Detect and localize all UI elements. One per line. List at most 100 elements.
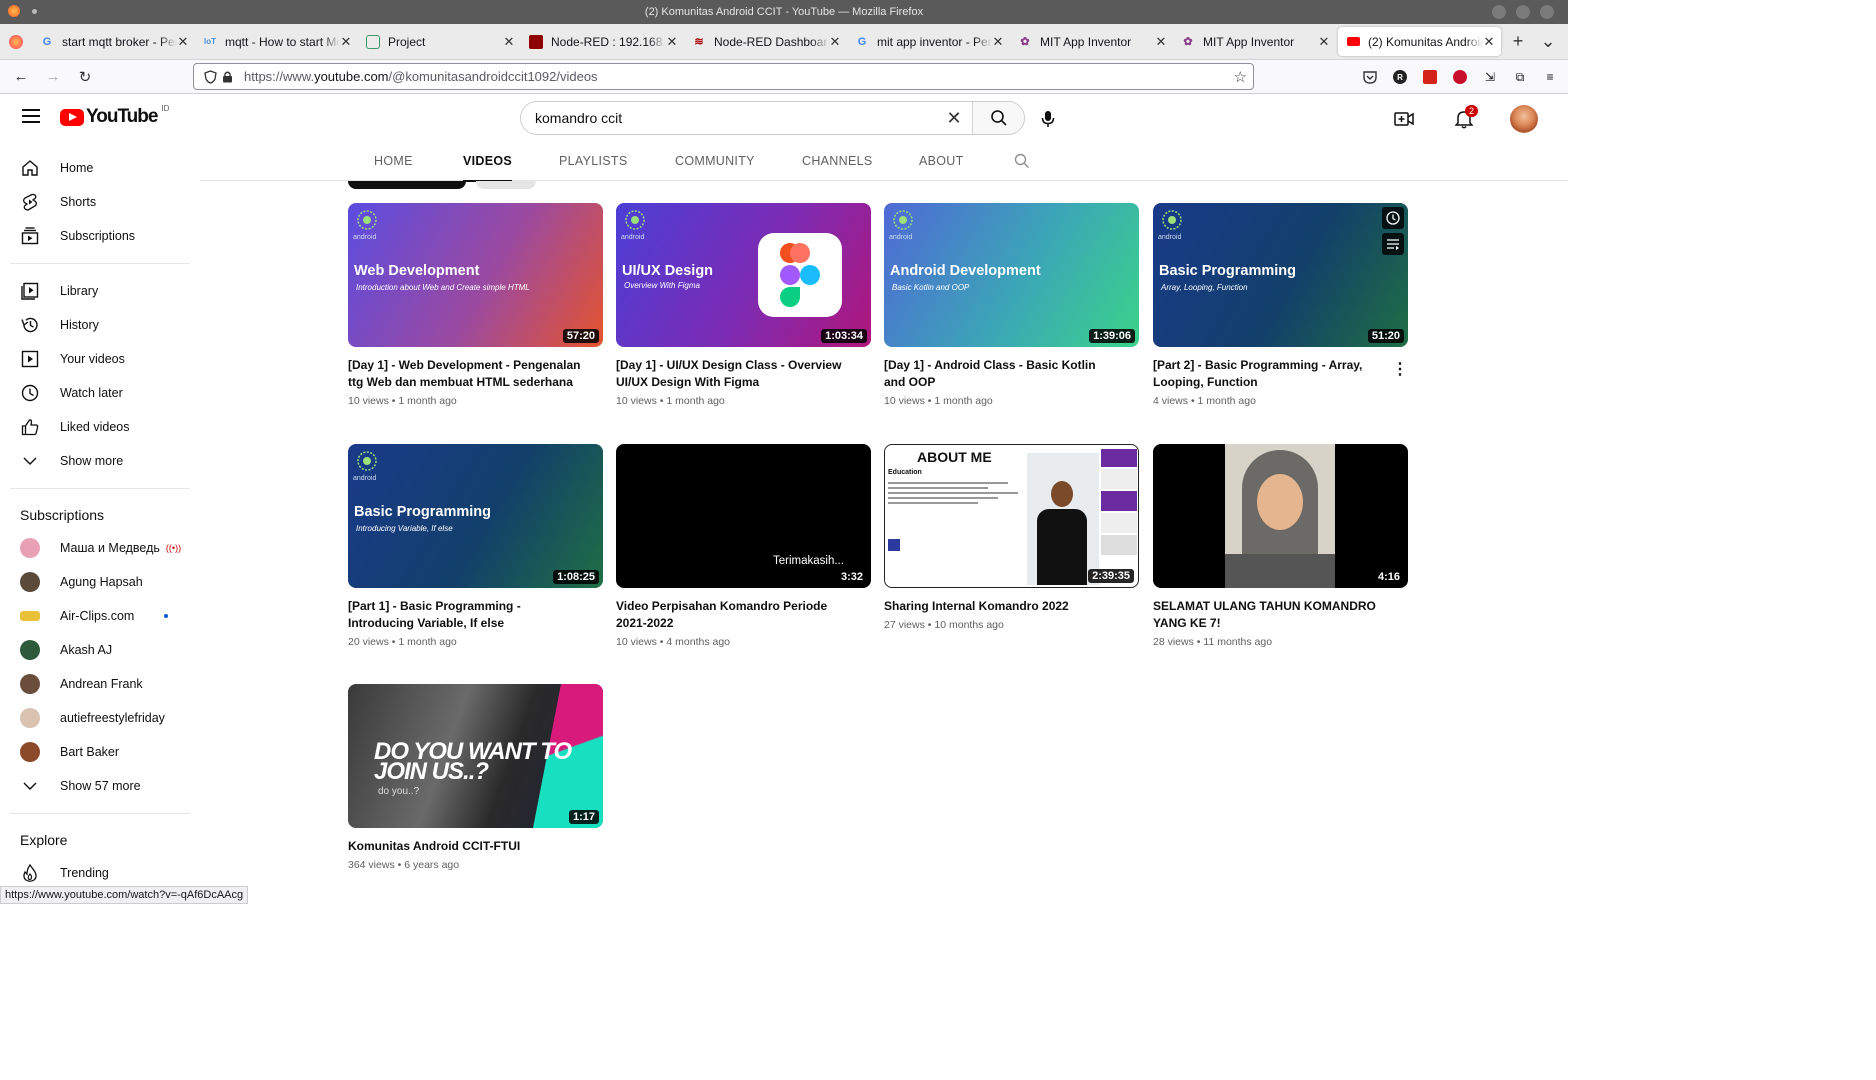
video-card[interactable]: android Android Development Basic Kotlin…	[884, 203, 1139, 407]
watch-later-button[interactable]	[1382, 207, 1404, 229]
video-thumbnail[interactable]: android UI/UX Design Overview With Figma…	[616, 203, 871, 347]
filter-chip-latest[interactable]	[348, 181, 466, 189]
tab-home[interactable]: HOME	[374, 141, 413, 181]
browser-tab-active[interactable]: (2) Komunitas Android ✕	[1338, 27, 1501, 56]
tab-community[interactable]: COMMUNITY	[675, 141, 755, 181]
tab-about[interactable]: ABOUT	[919, 141, 964, 181]
close-window-button[interactable]	[1540, 5, 1554, 19]
video-card[interactable]: Terimakasih... 3:32 Video Perpisahan Kom…	[616, 444, 871, 648]
video-card[interactable]: android Basic Programming Introducing Va…	[348, 444, 603, 648]
subscription-item[interactable]: Akash AJ	[0, 633, 200, 667]
video-card[interactable]: ABOUT ME Education 2:39:35 Sharing Inter…	[884, 444, 1139, 631]
subscription-item[interactable]: Air-Clips.com	[0, 599, 200, 633]
voice-search-button[interactable]	[1036, 107, 1060, 131]
menu-icon[interactable]: ≡	[1540, 67, 1560, 87]
close-tab-icon[interactable]: ✕	[829, 34, 841, 50]
browser-tab[interactable]: Project ✕	[358, 24, 521, 59]
subscription-item[interactable]: autiefreestylefriday	[0, 701, 200, 735]
sidebar-item-trending[interactable]: Trending	[0, 856, 200, 890]
video-thumbnail[interactable]: DO YOU WANT TO JOIN US..? do you..? 1:17	[348, 684, 603, 828]
close-tab-icon[interactable]: ✕	[992, 34, 1004, 50]
video-thumbnail[interactable]: ABOUT ME Education 2:39:35	[884, 444, 1139, 588]
video-thumbnail[interactable]: 4:16	[1153, 444, 1408, 588]
hamburger-menu-icon[interactable]	[22, 109, 40, 127]
video-title[interactable]: [Part 2] - Basic Programming - Array, Lo…	[1153, 357, 1408, 391]
sidebar-item-history[interactable]: History	[0, 308, 200, 342]
extensions-puzzle-icon[interactable]: ⧉	[1510, 67, 1530, 87]
close-tab-icon[interactable]: ✕	[1483, 34, 1495, 50]
browser-tab[interactable]: Node-RED : 192.168.1 ✕	[521, 24, 684, 59]
subscriptions-show-more[interactable]: Show 57 more	[0, 769, 200, 803]
lock-icon[interactable]	[222, 70, 244, 83]
filter-chip-popular[interactable]	[476, 181, 536, 189]
close-tab-icon[interactable]: ✕	[1155, 34, 1167, 50]
bookmark-star-icon[interactable]: ☆	[1234, 68, 1247, 86]
tab-channels[interactable]: CHANNELS	[802, 141, 872, 181]
url-bar[interactable]: https://www.youtube.com/@komunitasandroi…	[193, 63, 1254, 90]
video-title[interactable]: SELAMAT ULANG TAHUN KOMANDRO YANG KE 7!	[1153, 598, 1408, 632]
video-title[interactable]: Video Perpisahan Komandro Periode 2021-2…	[616, 598, 871, 632]
pocket-icon[interactable]	[1360, 67, 1380, 87]
video-thumbnail[interactable]: android Android Development Basic Kotlin…	[884, 203, 1139, 347]
minimize-button[interactable]	[1492, 5, 1506, 19]
video-title[interactable]: [Day 1] - UI/UX Design Class - Overview …	[616, 357, 871, 391]
new-tab-button[interactable]: +	[1503, 24, 1533, 59]
sidebar-item-liked-videos[interactable]: Liked videos	[0, 410, 200, 444]
more-actions-button[interactable]: ⋮	[1392, 359, 1408, 379]
video-card[interactable]: 4:16 SELAMAT ULANG TAHUN KOMANDRO YANG K…	[1153, 444, 1408, 648]
video-thumbnail[interactable]: android Basic Programming Array, Looping…	[1153, 203, 1408, 347]
maximize-button[interactable]	[1516, 5, 1530, 19]
video-card[interactable]: android Basic Programming Array, Looping…	[1153, 203, 1408, 407]
video-thumbnail[interactable]: android Basic Programming Introducing Va…	[348, 444, 603, 588]
video-title[interactable]: [Part 1] - Basic Programming - Introduci…	[348, 598, 603, 632]
browser-tab[interactable]: ✿ MIT App Inventor ✕	[1010, 24, 1173, 59]
subscription-item[interactable]: Agung Hapsah	[0, 565, 200, 599]
extension-arrows-icon[interactable]: ⇲	[1480, 67, 1500, 87]
close-tab-icon[interactable]: ✕	[666, 34, 678, 50]
shield-icon[interactable]	[204, 69, 222, 84]
sidebar-item-subscriptions[interactable]: Subscriptions	[0, 219, 200, 253]
browser-tab[interactable]: ≋ Node-RED Dashboard ✕	[684, 24, 847, 59]
sidebar-item-library[interactable]: Library	[0, 274, 200, 308]
subscription-item[interactable]: Маша и Медведь ((•))	[0, 531, 200, 565]
subscription-item[interactable]: Andrean Frank	[0, 667, 200, 701]
subscription-item[interactable]: Bart Baker	[0, 735, 200, 769]
add-to-queue-button[interactable]	[1382, 233, 1404, 255]
video-card[interactable]: android UI/UX Design Overview With Figma…	[616, 203, 871, 407]
tab-videos[interactable]: VIDEOS	[463, 141, 513, 182]
video-thumbnail[interactable]: android Web Development Introduction abo…	[348, 203, 603, 347]
search-button[interactable]	[972, 102, 1024, 134]
sidebar-show-more[interactable]: Show more	[0, 444, 200, 478]
back-button[interactable]: ←	[6, 63, 36, 91]
tab-playlists[interactable]: PLAYLISTS	[559, 141, 627, 181]
search-input[interactable]	[521, 102, 936, 134]
list-tabs-button[interactable]: ⌄	[1533, 24, 1563, 59]
url-text[interactable]: https://www.youtube.com/@komunitasandroi…	[244, 69, 598, 84]
firefox-view-icon[interactable]	[0, 24, 32, 59]
video-thumbnail[interactable]: Terimakasih... 3:32	[616, 444, 871, 588]
video-card[interactable]: android Web Development Introduction abo…	[348, 203, 603, 407]
account-button[interactable]	[1504, 103, 1544, 135]
sidebar-item-home[interactable]: Home	[0, 151, 200, 185]
browser-tab[interactable]: IoT mqtt - How to start Mo ✕	[195, 24, 358, 59]
video-card[interactable]: DO YOU WANT TO JOIN US..? do you..? 1:17…	[348, 684, 603, 871]
browser-tab[interactable]: Gstart mqtt broker - Pen ✕	[32, 24, 195, 59]
close-tab-icon[interactable]: ✕	[1318, 34, 1330, 50]
video-title[interactable]: [Day 1] - Web Development - Pengenalan t…	[348, 357, 603, 391]
sidebar-item-watch-later[interactable]: Watch later	[0, 376, 200, 410]
sidebar-item-shorts[interactable]: Shorts	[0, 185, 200, 219]
youtube-logo[interactable]: YouTube ID	[60, 104, 169, 128]
create-video-button[interactable]	[1384, 103, 1424, 135]
close-tab-icon[interactable]: ✕	[503, 34, 515, 50]
pdf-extension-icon[interactable]	[1420, 67, 1440, 87]
extension-red-icon[interactable]	[1450, 67, 1470, 87]
sidebar-item-your-videos[interactable]: Your videos	[0, 342, 200, 376]
forward-button[interactable]: →	[38, 63, 68, 91]
clear-search-icon[interactable]: ✕	[936, 102, 972, 134]
close-tab-icon[interactable]: ✕	[340, 34, 352, 50]
reload-button[interactable]: ↻	[70, 63, 100, 91]
browser-tab[interactable]: Gmit app inventor - Pen ✕	[847, 24, 1010, 59]
channel-search-button[interactable]	[1014, 141, 1030, 181]
close-tab-icon[interactable]: ✕	[177, 34, 189, 50]
browser-tab[interactable]: ✿ MIT App Inventor ✕	[1173, 24, 1336, 59]
